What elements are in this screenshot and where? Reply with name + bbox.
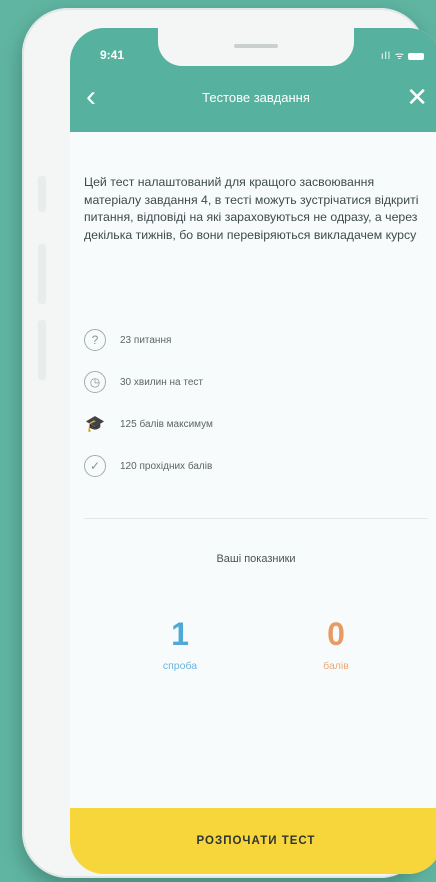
phone-volume-up [38,244,46,304]
attempts-value: 1 [171,616,189,652]
divider [84,518,428,519]
stat-points: 0 балів [266,614,406,672]
info-pass-points-text: 120 прохідних балів [120,460,213,472]
back-button[interactable]: ‹ [78,82,104,112]
phone-speaker [234,44,278,48]
app-header: 9:41 ıll ᯤ ‹ Тестове завдання ✕ [70,28,436,132]
chevron-left-icon: ‹ [86,80,96,113]
points-label: балів [323,660,349,672]
info-duration: ◷ 30 хвилин на тест [84,368,203,396]
info-questions-text: 23 питання [120,334,172,346]
phone-volume-down [38,320,46,380]
page-title: Тестове завдання [202,90,310,105]
close-icon: ✕ [406,82,428,112]
info-questions: ? 23 питання [84,326,171,354]
info-max-points: 🎓 125 балів максимум [84,410,213,438]
status-time: 9:41 [100,48,125,62]
phone-frame: 9:41 ıll ᯤ ‹ Тестове завдання ✕ Цей тест… [22,8,436,878]
graduation-cap-icon: 🎓 [85,416,105,433]
question-icon: ? [84,329,106,351]
info-duration-text: 30 хвилин на тест [120,376,203,388]
app-screen: 9:41 ıll ᯤ ‹ Тестове завдання ✕ Цей тест… [70,28,436,874]
test-description: Цей тест налаштований для кращого засвою… [84,175,419,242]
battery-icon [408,52,424,60]
signal-wifi-icon: ıll ᯤ [380,51,405,62]
start-test-button[interactable]: РОЗПОЧАТИ ТЕСТ [70,808,436,874]
info-max-points-text: 125 балів максимум [120,418,213,430]
info-pass-points: ✓ 120 прохідних балів [84,452,212,480]
points-value: 0 [327,616,345,652]
phone-mute-switch [38,176,46,212]
stats-title: Ваші показники [216,553,296,565]
close-button[interactable]: ✕ [406,82,428,112]
check-icon: ✓ [84,455,106,477]
status-icons: ıll ᯤ [381,48,424,62]
attempts-label: спроба [162,660,198,672]
clock-icon: ◷ [84,371,106,393]
stat-attempts: 1 спроба [110,614,250,672]
